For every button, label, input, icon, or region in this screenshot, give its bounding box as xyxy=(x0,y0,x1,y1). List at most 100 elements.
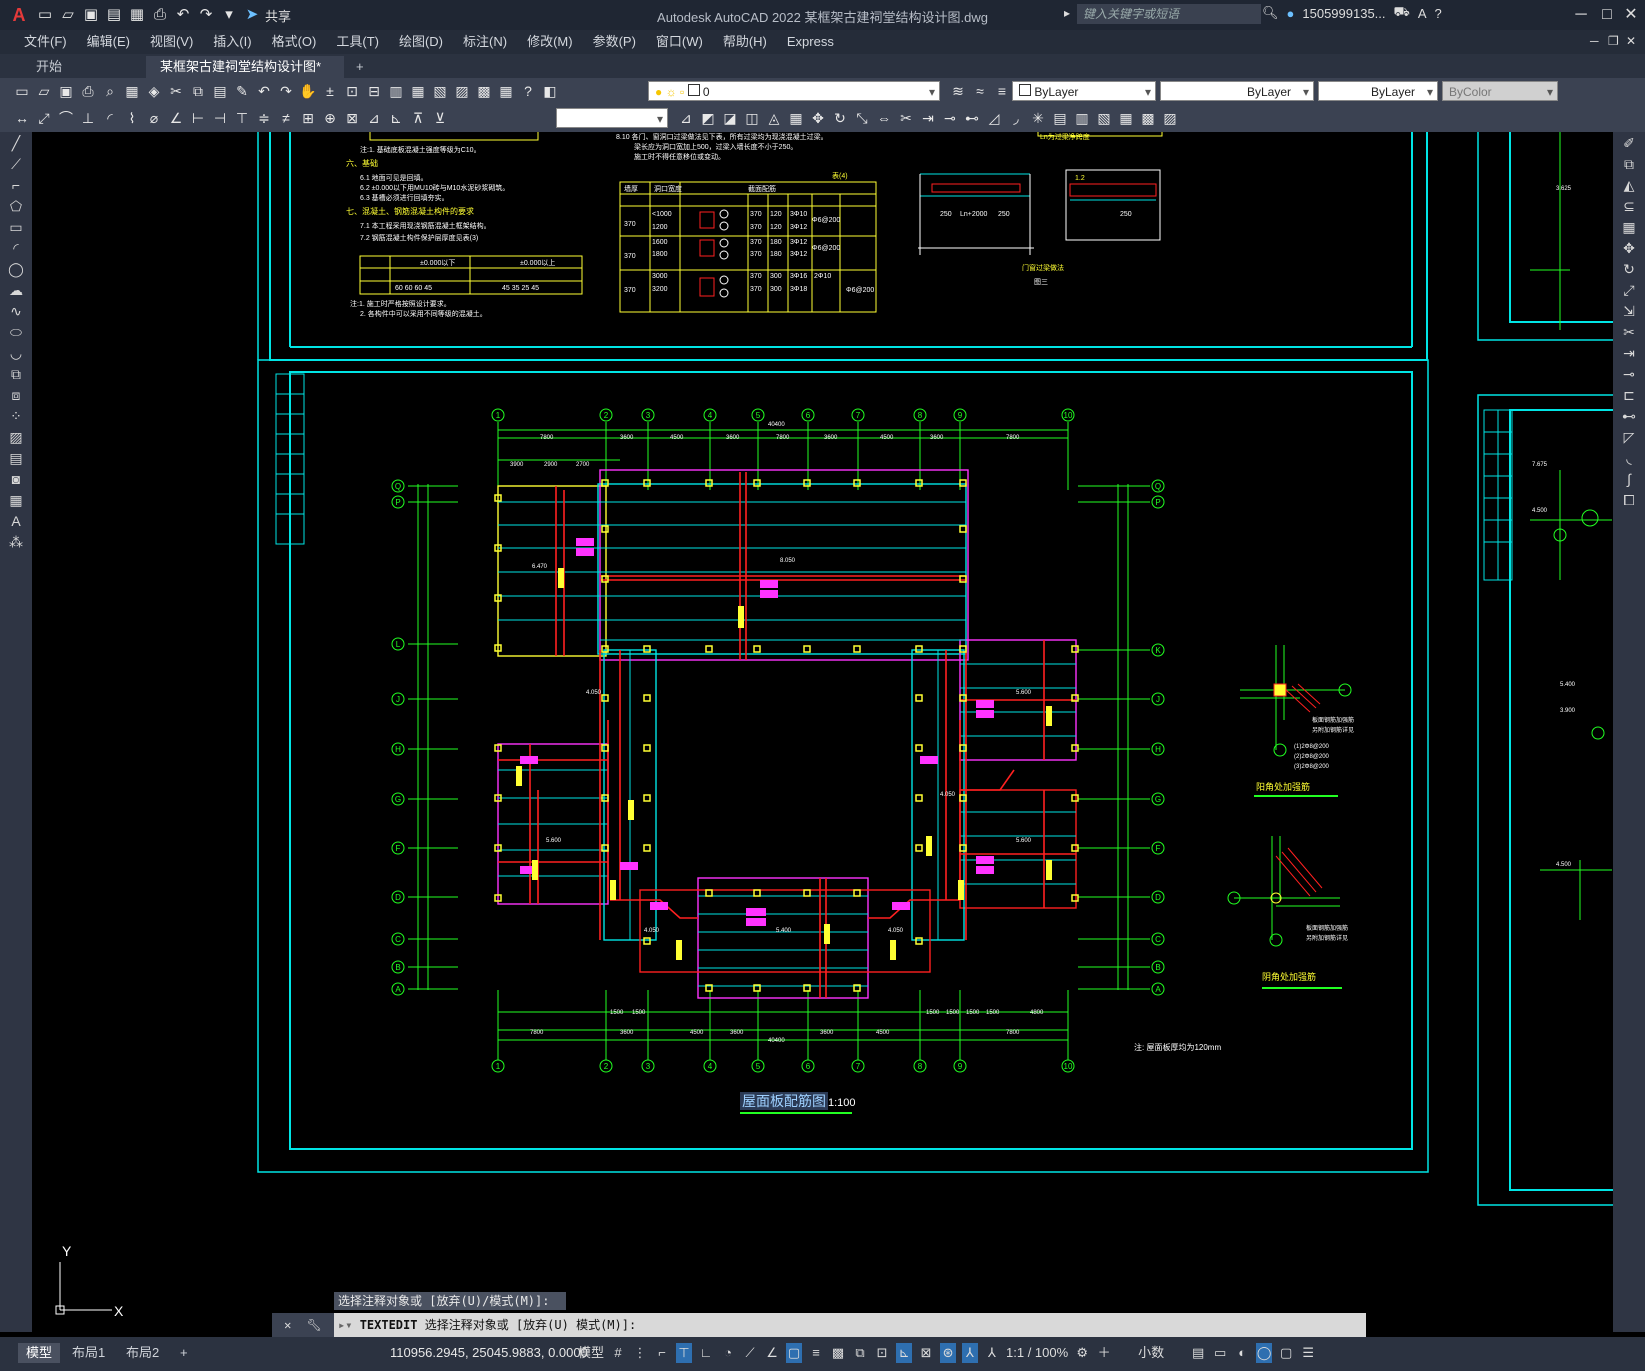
jogged-icon[interactable]: ⌇ xyxy=(122,108,142,128)
diameter-icon[interactable]: ⌀ xyxy=(144,108,164,128)
customization-icon[interactable]: ☰ xyxy=(1300,1343,1316,1363)
search-arrow-icon[interactable]: ▸ xyxy=(1064,6,1070,20)
erase-icon[interactable]: ◩ xyxy=(698,108,718,128)
clean-screen-icon[interactable]: ▢ xyxy=(1278,1343,1294,1363)
user-name[interactable]: 1505999135... xyxy=(1302,6,1385,21)
revcloud-icon[interactable]: ☁ xyxy=(2,280,30,300)
doc-close-icon[interactable]: ✕ xyxy=(1626,34,1636,48)
search-input[interactable]: 键入关键字或短语 xyxy=(1077,4,1261,24)
dimedit-icon[interactable]: ⊾ xyxy=(386,108,406,128)
menu-window[interactable]: 窗口(W) xyxy=(646,30,713,54)
break-point-icon[interactable]: ⊸ xyxy=(940,108,960,128)
array-icon[interactable]: ▦ xyxy=(786,108,806,128)
trim-icon[interactable]: ✂ xyxy=(1615,322,1643,342)
tab-start[interactable]: 开始 xyxy=(22,56,76,78)
make-block-icon[interactable]: ⧈ xyxy=(2,385,30,405)
hatch-icon[interactable]: ▨ xyxy=(2,427,30,447)
ellipse-icon[interactable]: ⬭ xyxy=(2,322,30,342)
lock-ui-icon[interactable]: ▭ xyxy=(1212,1343,1228,1363)
point-icon[interactable]: ⁘ xyxy=(2,406,30,426)
explode-icon[interactable]: ⧠ xyxy=(1615,490,1643,510)
paste-icon[interactable]: ▤ xyxy=(210,81,230,101)
menu-view[interactable]: 视图(V) xyxy=(140,30,203,54)
polygon-icon[interactable]: ⬠ xyxy=(2,196,30,216)
isolate-objects-icon[interactable]: ◐ xyxy=(1234,1343,1250,1363)
menu-express[interactable]: Express xyxy=(777,30,844,54)
menu-edit[interactable]: 编辑(E) xyxy=(77,30,140,54)
copy-icon[interactable]: ⧉ xyxy=(1615,154,1643,174)
annotation-monitor-icon[interactable]: ＋ xyxy=(1096,1343,1112,1363)
continue-icon[interactable]: ⊤ xyxy=(232,108,252,128)
array-icon[interactable]: ▦ xyxy=(1615,217,1643,237)
add-selected-icon[interactable]: ⁂ xyxy=(2,532,30,552)
menu-insert[interactable]: 插入(I) xyxy=(203,30,261,54)
plotstyle-dropdown[interactable]: ByColor ▾ xyxy=(1442,81,1558,101)
auto-scale-icon[interactable]: ⅄ xyxy=(984,1343,1000,1363)
dim-update-icon[interactable]: ⊻ xyxy=(430,108,450,128)
chamfer-icon[interactable]: ◸ xyxy=(1615,427,1643,447)
layer-dropdown[interactable]: ● ☼ ▫ 0 ▾ xyxy=(648,81,940,101)
selection-cycling-icon[interactable]: ⧉ xyxy=(852,1343,868,1363)
join-icon[interactable]: ⊷ xyxy=(1615,406,1643,426)
isodraft-icon[interactable]: ⟋ xyxy=(742,1343,758,1363)
radius-icon[interactable]: ◜ xyxy=(100,108,120,128)
annotation-visibility-icon[interactable]: ⅄ xyxy=(962,1343,979,1363)
mirror-icon[interactable]: ◭ xyxy=(1615,175,1643,195)
drawing-canvas[interactable]: 注:1. 基础底板混凝土强度等级为C10。 六、基础 6.1 地面可见是回填。 … xyxy=(32,132,1613,1332)
make-current-icon[interactable]: ≋ xyxy=(948,81,968,101)
ortho-icon[interactable]: ∟ xyxy=(698,1343,714,1363)
customize-icon[interactable]: 🔧︎ xyxy=(307,1318,322,1332)
dimstyle-dropdown[interactable]: ▾ xyxy=(556,108,668,128)
break-icon[interactable]: ⊏ xyxy=(1615,385,1643,405)
stretch-icon[interactable]: ⇲ xyxy=(1615,301,1643,321)
erase-icon[interactable]: ✐ xyxy=(1615,133,1643,153)
calculator-icon[interactable]: ▦ xyxy=(496,81,516,101)
explode-icon[interactable]: ✳ xyxy=(1028,108,1048,128)
gradient-icon[interactable]: ▤ xyxy=(2,448,30,468)
coordinates-readout[interactable]: 110956.2945, 25045.9883, 0.0000 xyxy=(390,1345,588,1360)
scale-icon[interactable]: ⤢ xyxy=(1615,280,1643,300)
command-prompt[interactable]: ▸▾ TEXTEDIT 选择注释对象或 [放弃(U) 模式(M)]: xyxy=(338,1313,636,1337)
linetype-dropdown[interactable]: ByLayer ▾ xyxy=(1160,81,1314,101)
space-icon[interactable]: ≑ xyxy=(254,108,274,128)
lightbulb-icon[interactable]: ● xyxy=(655,85,662,99)
dynamic-ucs-icon[interactable]: ⊾ xyxy=(896,1343,913,1363)
annotation-scale[interactable]: 1:1 / 100% xyxy=(1006,1343,1068,1363)
center-mark-icon[interactable]: ⊕ xyxy=(320,108,340,128)
new-icon[interactable]: ▭ xyxy=(12,81,32,101)
rectangle-icon[interactable]: ▭ xyxy=(2,217,30,237)
menu-format[interactable]: 格式(O) xyxy=(262,30,327,54)
user-icon[interactable]: ● xyxy=(1287,6,1295,21)
infer-constraints-icon[interactable]: ⌐ xyxy=(654,1343,670,1363)
ellipse-arc-icon[interactable]: ◡ xyxy=(2,343,30,363)
chevron-down-icon[interactable]: ▾ xyxy=(1303,82,1309,102)
minimize-icon[interactable]: ─ xyxy=(1568,2,1594,28)
close-icon[interactable]: ✕ xyxy=(284,1318,291,1332)
autodesk-a360-icon[interactable]: A xyxy=(1418,6,1427,21)
color-dropdown[interactable]: ByLayer ▾ xyxy=(1012,81,1156,101)
grid-icon[interactable]: # xyxy=(610,1343,626,1363)
angular-icon[interactable]: ∠ xyxy=(166,108,186,128)
linear-dim-icon[interactable]: ↔ xyxy=(12,108,32,128)
scale-icon[interactable]: ⤡ xyxy=(852,108,872,128)
tab-document[interactable]: 某框架古建祠堂结构设计图* ✕ xyxy=(146,56,344,96)
table-icon[interactable]: ▦ xyxy=(2,490,30,510)
plot-preview-icon[interactable]: ⌕ xyxy=(100,81,120,101)
doc-restore-icon[interactable]: ❐ xyxy=(1608,34,1619,48)
3d-print-icon[interactable]: ◈ xyxy=(144,81,164,101)
chevron-down-icon[interactable]: ▾ xyxy=(1427,82,1433,102)
tab-layout2[interactable]: 布局2 xyxy=(118,1343,167,1363)
osnap-icon[interactable]: ▢ xyxy=(786,1343,803,1363)
chevron-down-icon[interactable]: ▾ xyxy=(657,109,663,129)
break-at-point-icon[interactable]: ⊸ xyxy=(1615,364,1643,384)
match-properties-icon[interactable]: ✎ xyxy=(232,81,252,101)
trim-icon[interactable]: ✂ xyxy=(896,108,916,128)
text-icon[interactable]: ▥ xyxy=(1072,108,1092,128)
properties-icon[interactable]: ▥ xyxy=(386,81,406,101)
cut-icon[interactable]: ✂ xyxy=(166,81,186,101)
restore-icon[interactable]: □ xyxy=(1594,2,1620,28)
publish-icon[interactable]: ▦ xyxy=(122,81,142,101)
menu-parametric[interactable]: 参数(P) xyxy=(583,30,646,54)
plot-icon[interactable]: ⎙ xyxy=(78,81,98,101)
zoom-previous-icon[interactable]: ⊟ xyxy=(364,81,384,101)
